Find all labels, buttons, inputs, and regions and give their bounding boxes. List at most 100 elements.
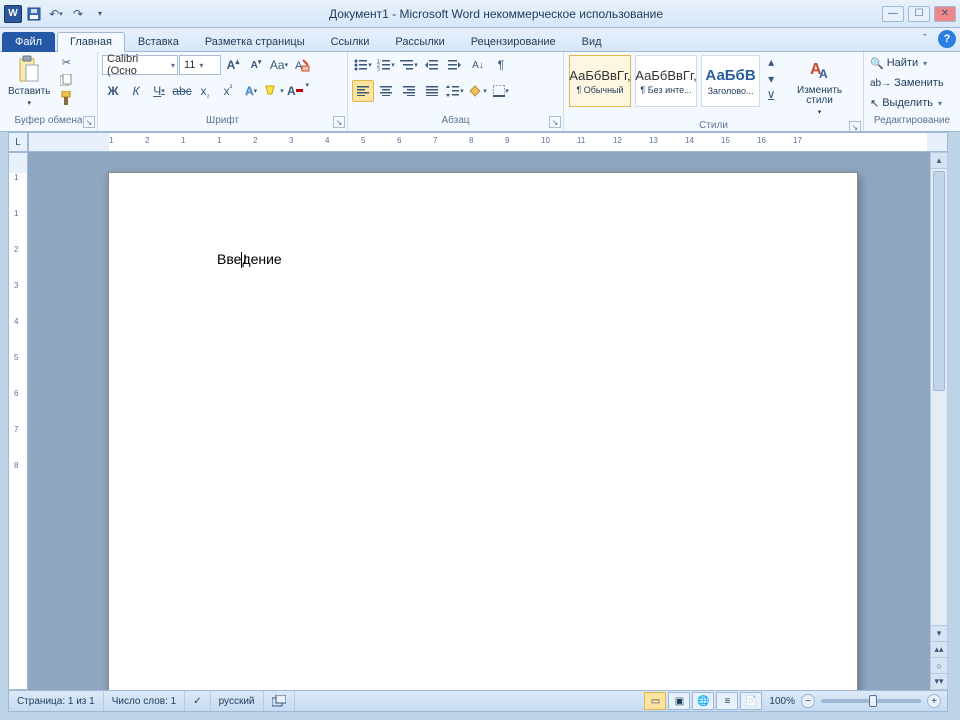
status-page[interactable]: Страница: 1 из 1: [9, 691, 104, 711]
styles-more[interactable]: ⊻: [764, 88, 778, 104]
clipboard-launcher[interactable]: ↘: [83, 116, 95, 128]
replace-button[interactable]: ab→Заменить: [868, 74, 956, 92]
page[interactable]: Введение: [108, 172, 858, 690]
horizontal-ruler[interactable]: 1211234567891011121314151617: [28, 132, 948, 152]
style-heading1[interactable]: АаБбВ Заголово...: [701, 55, 760, 107]
font-color-button[interactable]: A▾: [286, 80, 308, 102]
grow-font-button[interactable]: A▴: [222, 54, 244, 76]
quick-access-toolbar: W ↶▾ ↷ ▾: [4, 4, 110, 24]
tab-insert[interactable]: Вставка: [125, 32, 192, 52]
status-words[interactable]: Число слов: 1: [104, 691, 185, 711]
underline-button[interactable]: Ч▾: [148, 80, 170, 102]
bullets-button[interactable]: ▾: [352, 54, 374, 76]
status-proofing[interactable]: ✓: [185, 691, 210, 711]
multilevel-button[interactable]: ▾: [398, 54, 420, 76]
minimize-ribbon-button[interactable]: ˆ: [916, 30, 934, 48]
align-center-button[interactable]: [375, 80, 397, 102]
save-button[interactable]: [24, 4, 44, 24]
tab-file[interactable]: Файл: [2, 32, 55, 52]
cut-button[interactable]: ✂: [58, 54, 74, 70]
undo-button[interactable]: ↶▾: [46, 4, 66, 24]
tab-view[interactable]: Вид: [569, 32, 615, 52]
tab-mailings[interactable]: Рассылки: [382, 32, 457, 52]
shading-button[interactable]: ▾: [467, 80, 489, 102]
strikethrough-button[interactable]: abc: [171, 80, 193, 102]
draft-view[interactable]: 📄: [740, 692, 762, 710]
style-no-spacing[interactable]: АаБбВвГг, ¶ Без инте...: [635, 55, 697, 107]
paste-button[interactable]: Вставить ▾: [4, 54, 54, 109]
vertical-scrollbar[interactable]: ▴ ▾ ▴▴ ○ ▾▾: [930, 152, 948, 690]
tab-review[interactable]: Рецензирование: [458, 32, 569, 52]
status-language[interactable]: русский: [211, 691, 264, 711]
browse-object-button[interactable]: ○: [931, 657, 947, 673]
italic-button[interactable]: К: [125, 80, 147, 102]
change-styles-button[interactable]: AA Изменить стили ▾: [780, 54, 859, 118]
tab-page-layout[interactable]: Разметка страницы: [192, 32, 318, 52]
align-right-button[interactable]: [398, 80, 420, 102]
scroll-thumb[interactable]: [933, 171, 945, 391]
document-text[interactable]: Введение: [217, 251, 282, 269]
previous-page-button[interactable]: ▴▴: [931, 641, 947, 657]
numbering-button[interactable]: 123▾: [375, 54, 397, 76]
font-name-combo[interactable]: Calibri (Осно▾: [102, 55, 178, 75]
scroll-up-button[interactable]: ▴: [931, 153, 947, 169]
text-effects-button[interactable]: A▾: [240, 80, 262, 102]
next-page-button[interactable]: ▾▾: [931, 673, 947, 689]
word-icon[interactable]: W: [4, 5, 22, 23]
zoom-slider[interactable]: [821, 699, 921, 703]
justify-button[interactable]: [421, 80, 443, 102]
ribbon: Вставить ▾ ✂ Буфер обмена↘ Calibri (Осно…: [0, 52, 960, 132]
line-spacing-button[interactable]: ▾: [444, 80, 466, 102]
zoom-out-button[interactable]: −: [801, 694, 815, 708]
zoom-in-button[interactable]: +: [927, 694, 941, 708]
group-font-label: Шрифт↘: [98, 115, 347, 131]
status-insert[interactable]: [264, 691, 295, 711]
qat-customize[interactable]: ▾: [90, 4, 110, 24]
style-normal[interactable]: АаБбВвГг, ¶ Обычный: [569, 55, 631, 107]
zoom-knob[interactable]: [869, 695, 877, 707]
decrease-indent-button[interactable]: [421, 54, 443, 76]
bold-button[interactable]: Ж: [102, 80, 124, 102]
superscript-button[interactable]: x²: [217, 80, 239, 102]
align-left-button[interactable]: [352, 80, 374, 102]
outline-view[interactable]: ≡: [716, 692, 738, 710]
scroll-track[interactable]: [931, 169, 947, 625]
change-case-button[interactable]: Aa▾: [268, 54, 290, 76]
full-screen-view[interactable]: ▣: [668, 692, 690, 710]
close-button[interactable]: ✕: [934, 6, 956, 22]
clear-formatting-button[interactable]: A: [291, 54, 313, 76]
find-button[interactable]: 🔍Найти▾: [868, 54, 956, 72]
svg-text:A: A: [819, 67, 828, 81]
web-layout-view[interactable]: 🌐: [692, 692, 714, 710]
tab-selector[interactable]: L: [8, 132, 28, 152]
print-layout-view[interactable]: ▭: [644, 692, 666, 710]
show-marks-button[interactable]: ¶: [490, 54, 512, 76]
shrink-font-button[interactable]: A▾: [245, 54, 267, 76]
group-styles-label: Стили↘: [564, 120, 863, 131]
document-area[interactable]: Введение: [28, 152, 938, 690]
vertical-ruler[interactable]: 112345678: [8, 152, 28, 690]
font-launcher[interactable]: ↘: [333, 116, 345, 128]
scroll-down-button[interactable]: ▾: [931, 625, 947, 641]
status-bar: Страница: 1 из 1 Число слов: 1 ✓ русский…: [8, 690, 948, 712]
font-size-combo[interactable]: 11▾: [179, 55, 221, 75]
styles-scroll-up[interactable]: ▴: [764, 54, 778, 70]
format-painter-button[interactable]: [58, 90, 74, 106]
maximize-button[interactable]: ☐: [908, 6, 930, 22]
borders-button[interactable]: ▾: [490, 80, 512, 102]
redo-button[interactable]: ↷: [68, 4, 88, 24]
tab-references[interactable]: Ссылки: [318, 32, 383, 52]
highlight-button[interactable]: ▾: [263, 80, 285, 102]
zoom-level[interactable]: 100%: [763, 696, 801, 707]
help-button[interactable]: ?: [938, 30, 956, 48]
minimize-button[interactable]: —: [882, 6, 904, 22]
subscript-button[interactable]: x₂: [194, 80, 216, 102]
paragraph-launcher[interactable]: ↘: [549, 116, 561, 128]
sort-button[interactable]: A↓: [467, 54, 489, 76]
styles-scroll-down[interactable]: ▾: [764, 71, 778, 87]
copy-button[interactable]: [58, 72, 74, 88]
binoculars-icon: 🔍: [870, 57, 884, 70]
increase-indent-button[interactable]: [444, 54, 466, 76]
tab-home[interactable]: Главная: [57, 32, 125, 52]
select-button[interactable]: ↖Выделить▾: [868, 94, 956, 112]
